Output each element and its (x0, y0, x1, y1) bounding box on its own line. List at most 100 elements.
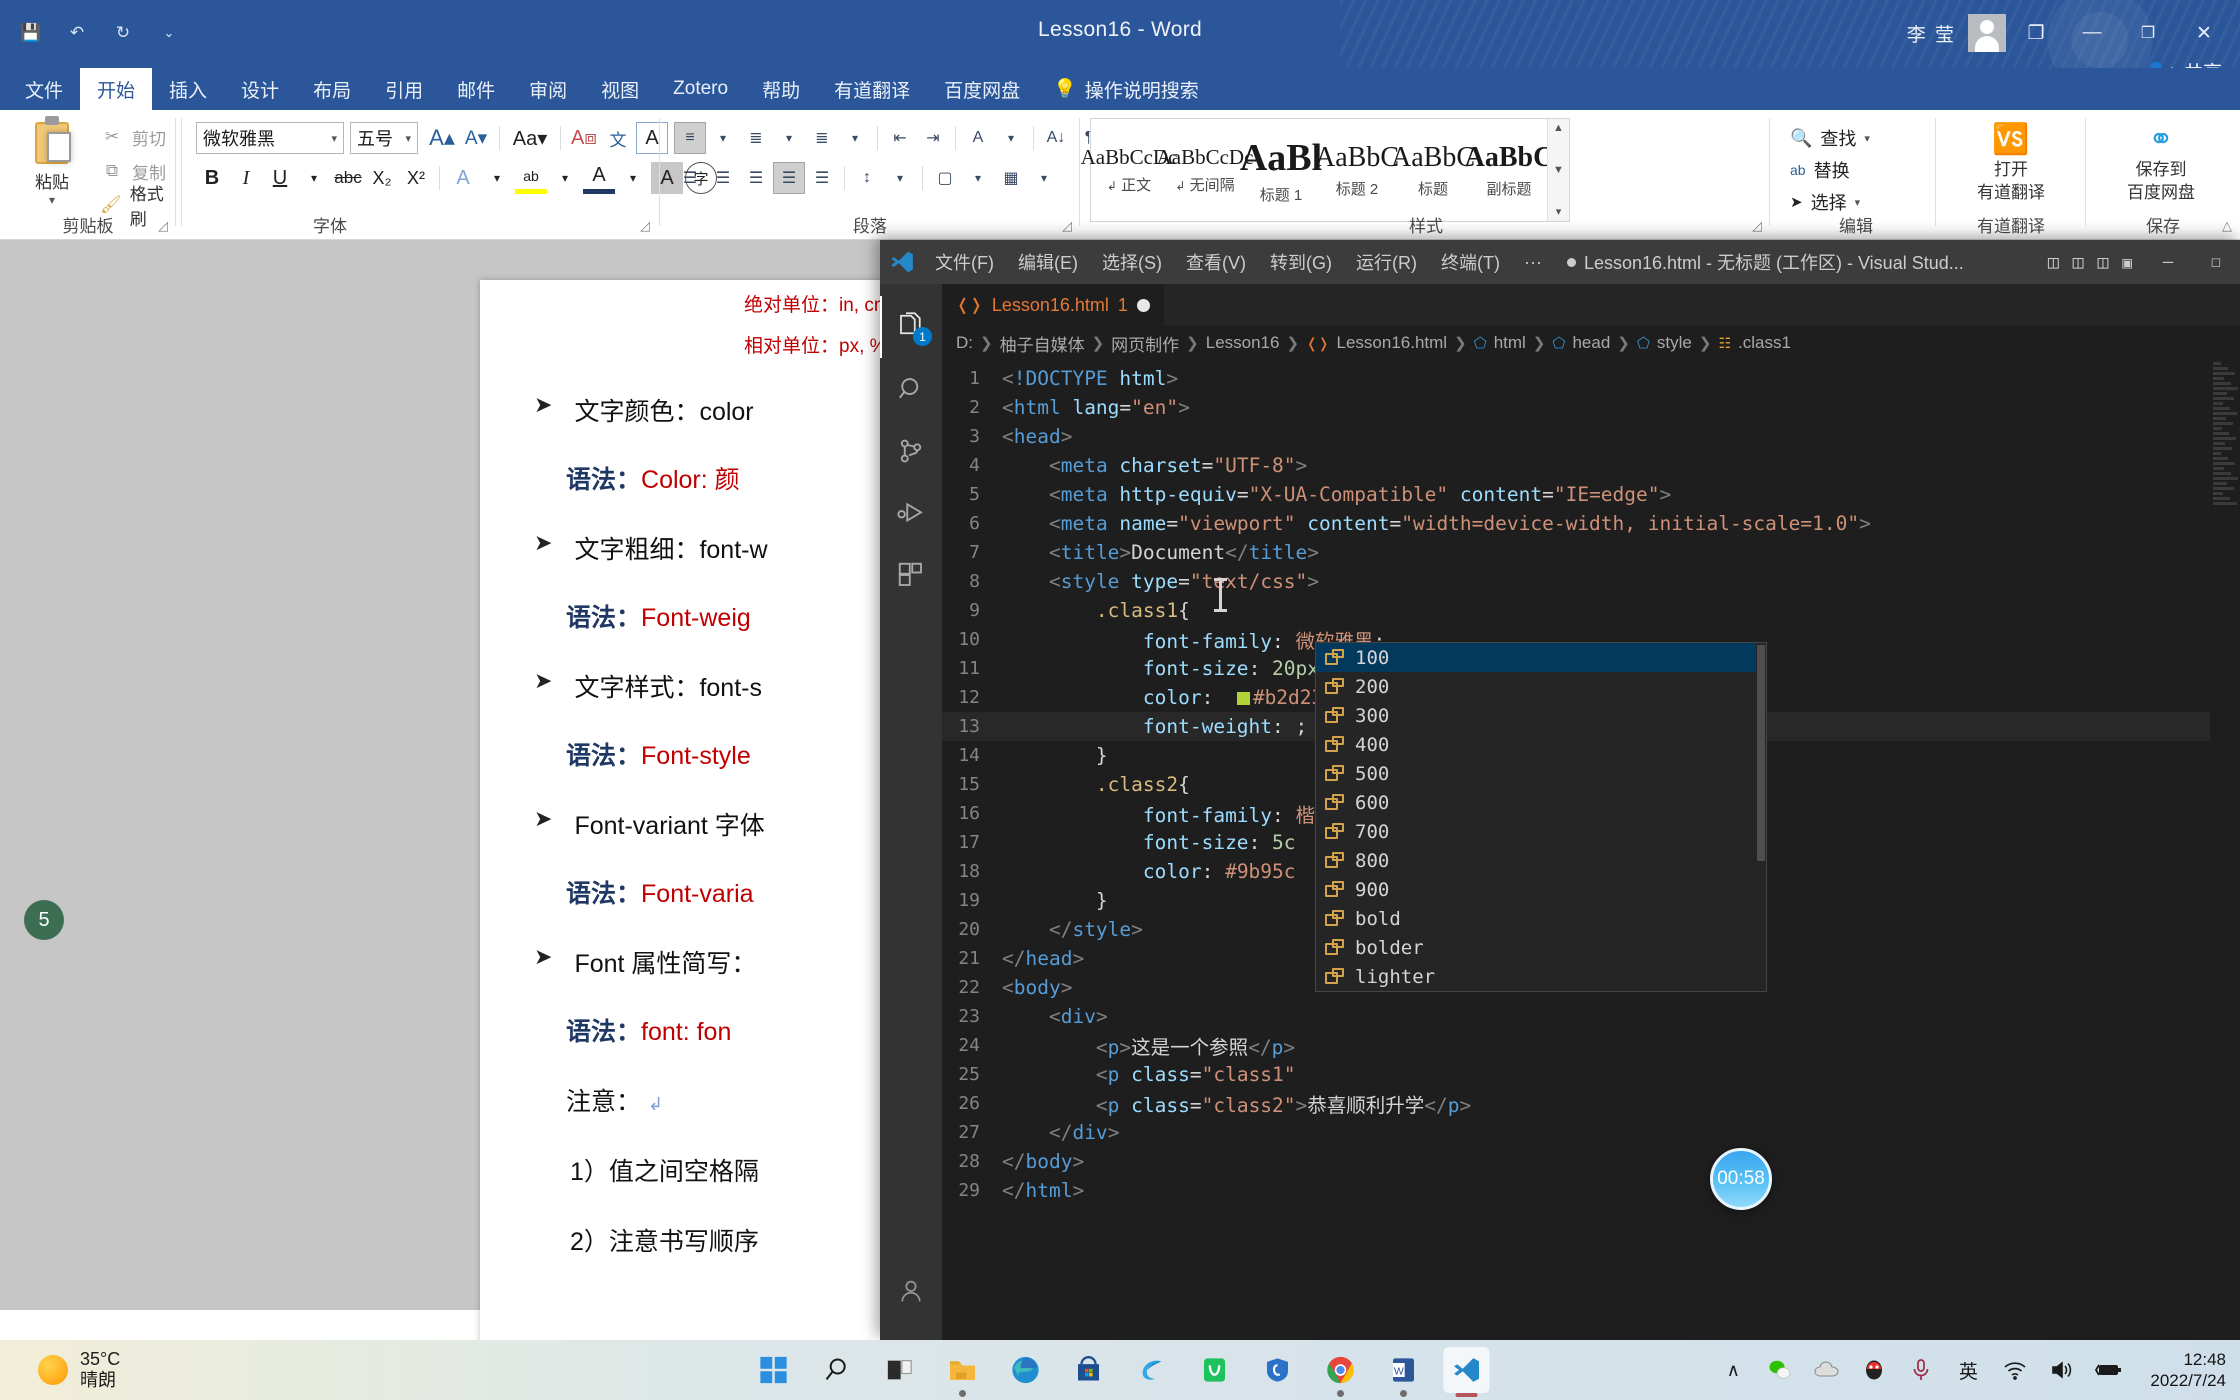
justify-button[interactable]: ☰ (773, 162, 805, 194)
customize-layout-icon[interactable]: ▣ (2122, 253, 2132, 272)
code-line[interactable]: 2 <html lang="en"> (942, 393, 2240, 422)
style-item[interactable]: AaBbC 标题 (1391, 119, 1475, 221)
chevron-down-icon[interactable]: ▾ (298, 162, 330, 194)
code-line[interactable]: 1 <!DOCTYPE html> (942, 364, 2240, 393)
microphone-icon[interactable] (1907, 1356, 1935, 1384)
start-button[interactable] (751, 1347, 797, 1393)
line-spacing-button[interactable]: ↕ (851, 162, 883, 194)
chevron-down-icon[interactable]: ▾ (549, 162, 581, 194)
sort-button[interactable]: A↓ (1040, 122, 1072, 154)
bullets-button[interactable]: ≡ (674, 122, 706, 154)
code-line[interactable]: 9 .class1{ (942, 596, 2240, 625)
breadcrumb-item[interactable]: head (1572, 333, 1610, 353)
autocomplete-scrollbar[interactable] (1756, 643, 1766, 991)
source-control-icon[interactable] (880, 420, 942, 482)
decrease-indent-button[interactable]: ⇤ (884, 122, 916, 154)
clear-formatting-button[interactable]: A⧈ (568, 122, 600, 154)
autocomplete-item[interactable]: 800 (1316, 846, 1766, 875)
code-line[interactable]: 3 <head> (942, 422, 2240, 451)
collapse-ribbon-button[interactable]: △ (2222, 218, 2232, 234)
save-to-baidu-button[interactable]: ⚭ 保存到 百度网盘 (2106, 122, 2216, 202)
ribbon-tab-mailings[interactable]: 邮件 (440, 68, 512, 110)
scroll-down-icon[interactable]: ▼ (1553, 164, 1564, 176)
chevron-down-icon[interactable]: ▾ (884, 162, 916, 194)
menu-run[interactable]: 运行(R) (1345, 240, 1428, 284)
text-effects-button[interactable]: A (447, 162, 479, 194)
search-icon[interactable] (880, 358, 942, 420)
text-highlight-button[interactable]: ab (515, 162, 547, 194)
code-line[interactable]: 25 <p class="class1" (942, 1060, 2240, 1089)
code-line[interactable]: 8 <style type="text/css"> (942, 567, 2240, 596)
chevron-down-icon[interactable]: ▾ (773, 122, 805, 154)
chevron-down-icon[interactable]: ▾ (839, 122, 871, 154)
chevron-down-icon[interactable]: ▾ (617, 162, 649, 194)
chevron-down-icon[interactable]: ▾ (1864, 132, 1870, 145)
unsaved-indicator-icon[interactable] (1136, 298, 1150, 312)
word-restore-button[interactable]: ❐ (2122, 12, 2174, 54)
bold-button[interactable]: B (196, 162, 228, 194)
ribbon-tab-help[interactable]: 帮助 (745, 68, 817, 110)
ribbon-tab-baidu[interactable]: 百度网盘 (927, 68, 1037, 110)
ribbon-tab-view[interactable]: 视图 (584, 68, 656, 110)
breadcrumb-item[interactable]: .class1 (1738, 333, 1791, 353)
menu-selection[interactable]: 选择(S) (1091, 240, 1173, 284)
autocomplete-popup[interactable]: 100 200 300 400 500 600 700 800 900 bold bolder lig… (1315, 642, 1767, 992)
file-explorer-icon[interactable] (940, 1347, 986, 1397)
weather-widget[interactable]: 35°C 晴朗 (0, 1349, 300, 1390)
taskbar-clock[interactable]: 12:48 2022/7/24 (2150, 1349, 2226, 1392)
underline-button[interactable]: U (264, 162, 296, 194)
code-line[interactable]: 26 <p class="class2">恭喜顺利升学</p> (942, 1089, 2240, 1118)
show-hidden-icons[interactable]: ∧ (1719, 1356, 1747, 1384)
style-item[interactable]: AaBbC 副标题 (1465, 119, 1554, 221)
autocomplete-item[interactable]: bolder (1316, 933, 1766, 962)
styles-gallery-scrollbar[interactable]: ▲ ▼ ▾ (1547, 119, 1569, 221)
menu-view[interactable]: 查看(V) (1175, 240, 1257, 284)
style-item[interactable]: AaBbCcDc ↲ 正文 (1081, 119, 1178, 221)
word-close-button[interactable]: ✕ (2178, 12, 2230, 54)
code-line[interactable]: 5 <meta http-equiv="X-UA-Compatible" con… (942, 480, 2240, 509)
chevron-down-icon[interactable]: ▾ (1855, 196, 1861, 209)
increase-indent-button[interactable]: ⇥ (917, 122, 949, 154)
code-line[interactable]: 27 </div> (942, 1118, 2240, 1147)
microsoft-store-icon[interactable] (1066, 1347, 1112, 1393)
vscode-minimize-button[interactable]: — (2144, 240, 2192, 284)
color-swatch-icon[interactable] (1236, 692, 1250, 705)
menu-file[interactable]: 文件(F) (924, 240, 1005, 284)
font-size-input[interactable]: 五号 ▾ (350, 122, 418, 154)
lenovo-app-icon[interactable] (1255, 1347, 1301, 1393)
breadcrumb-item[interactable]: 网页制作 (1111, 331, 1179, 356)
ribbon-tab-layout[interactable]: 布局 (296, 68, 368, 110)
menu-more[interactable]: ··· (1513, 240, 1553, 284)
autocomplete-item[interactable]: 500 (1316, 759, 1766, 788)
change-case-button[interactable]: Aa▾ (507, 122, 553, 154)
account-name[interactable]: 李 莹 (1899, 20, 1964, 47)
word-minimize-button[interactable]: — (2066, 12, 2118, 54)
onedrive-icon[interactable] (1813, 1356, 1841, 1384)
style-item[interactable]: AaBbCcDc ↲ 无间隔 (1157, 119, 1254, 221)
google-chrome-icon[interactable] (1318, 1347, 1364, 1397)
extensions-icon[interactable] (880, 544, 942, 606)
toggle-primary-sidebar-icon[interactable]: ◫ (2048, 252, 2059, 273)
east-asian-layout-button[interactable]: A (962, 122, 994, 154)
phonetic-guide-button[interactable]: 文 (602, 122, 634, 154)
code-editor[interactable]: 1 <!DOCTYPE html> 2 <html lang="en"> 3 <head>… (942, 360, 2240, 1340)
paragraph-dialog-launcher[interactable]: ◿ (1062, 218, 1072, 234)
ribbon-tab-zotero[interactable]: Zotero (656, 68, 745, 110)
numbering-button[interactable]: ≣ (740, 122, 772, 154)
breadcrumb-item[interactable]: style (1657, 333, 1692, 353)
vscode-maximize-button[interactable]: ☐ (2192, 240, 2240, 284)
scroll-up-icon[interactable]: ▲ (1553, 122, 1564, 134)
ribbon-tab-review[interactable]: 审阅 (512, 68, 584, 110)
ribbon-tab-home[interactable]: 开始 (80, 68, 153, 110)
italic-button[interactable]: I (230, 162, 262, 194)
ribbon-tab-design[interactable]: 设计 (224, 68, 296, 110)
strikethrough-button[interactable]: abc (332, 162, 364, 194)
microsoft-word-icon[interactable]: W (1381, 1347, 1427, 1397)
360-browser-icon[interactable] (1129, 1347, 1175, 1393)
share-button[interactable]: 👤+ 共享 (2146, 58, 2222, 69)
volume-icon[interactable] (2048, 1356, 2076, 1384)
autocomplete-item[interactable]: 100 (1316, 643, 1766, 672)
styles-dialog-launcher[interactable]: ◿ (1752, 218, 1762, 234)
autocomplete-item[interactable]: 400 (1316, 730, 1766, 759)
ribbon-tab-file[interactable]: 文件 (8, 68, 80, 110)
